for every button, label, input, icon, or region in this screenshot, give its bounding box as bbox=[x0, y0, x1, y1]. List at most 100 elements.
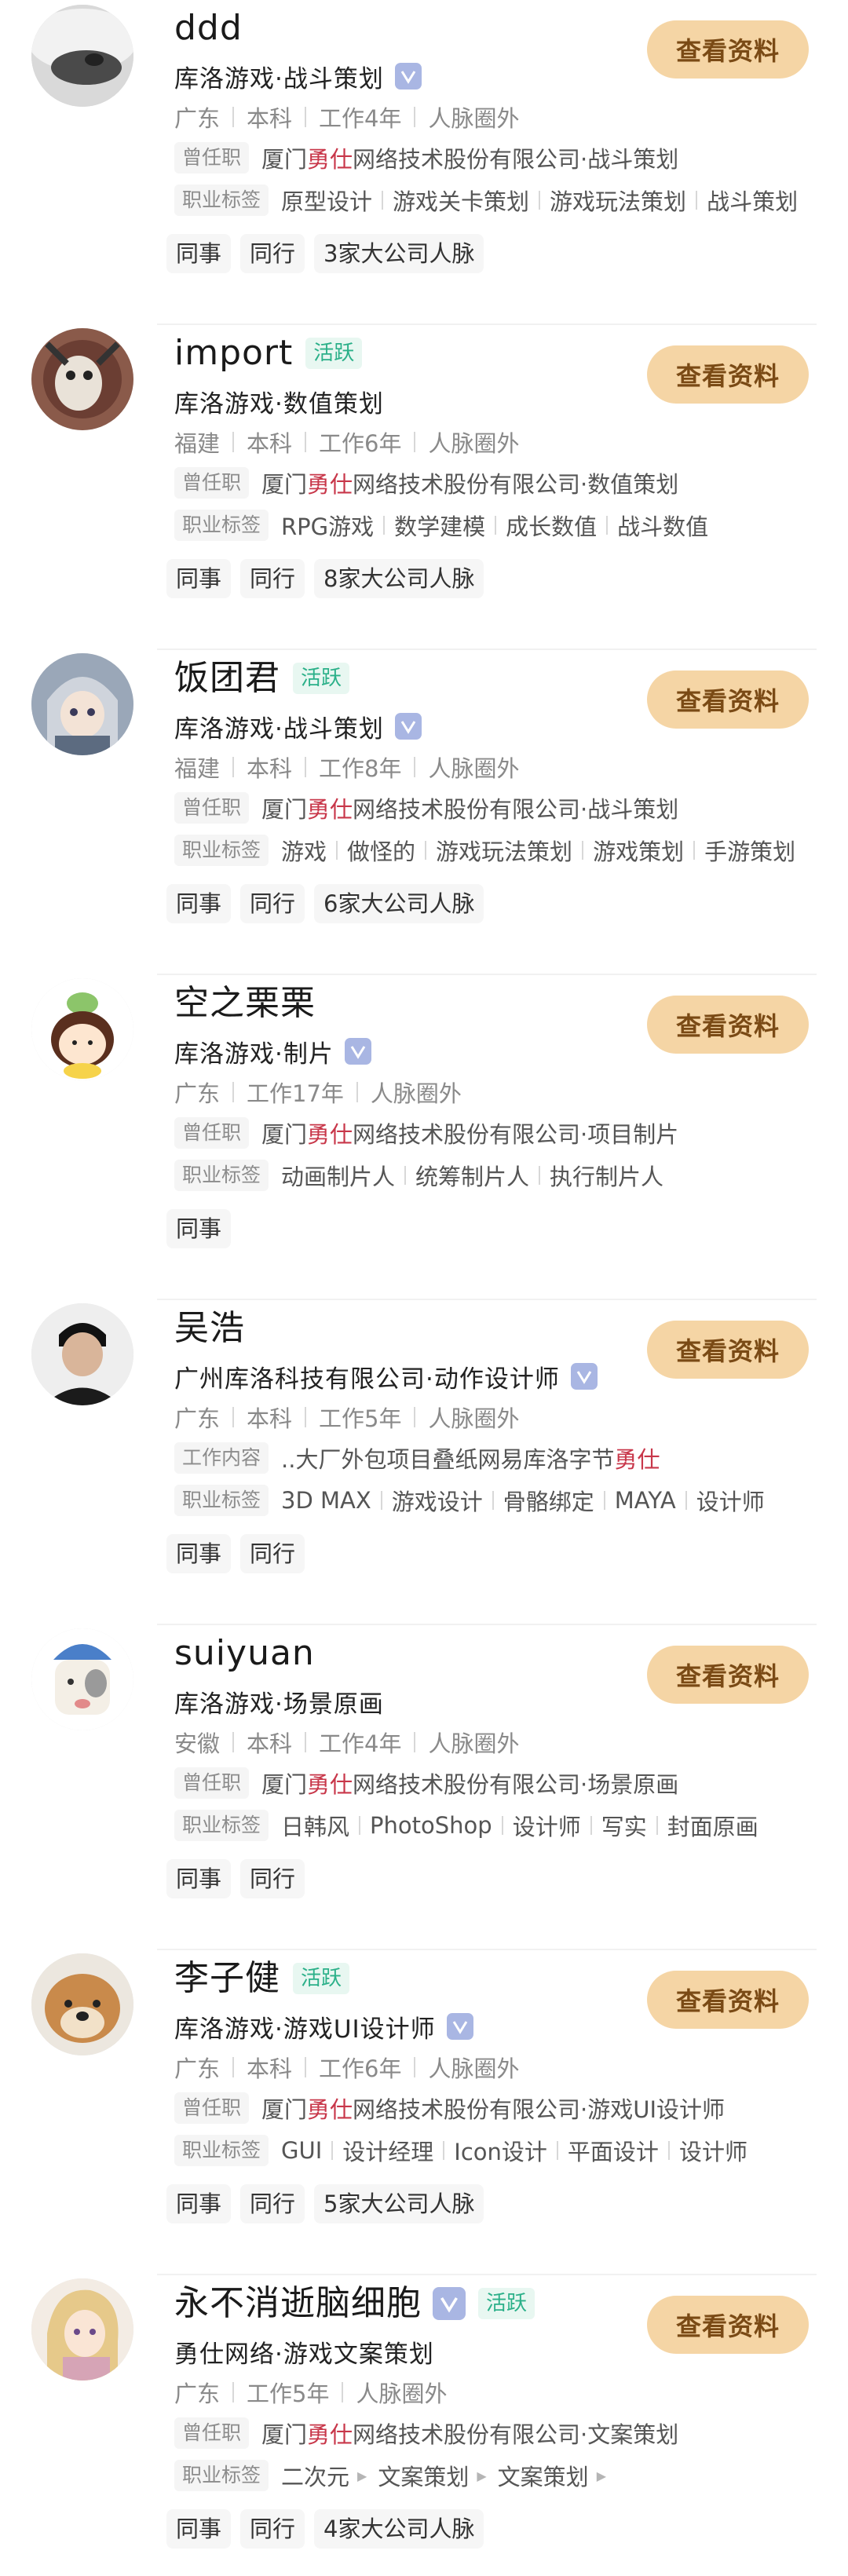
fact-location: 广东 bbox=[174, 1405, 221, 1432]
view-profile-button[interactable]: 查看资料 bbox=[647, 1646, 809, 1704]
view-profile-button[interactable]: 查看资料 bbox=[647, 20, 809, 79]
former-job-text: 厦门勇仕网络技术股份有限公司·战斗策划 bbox=[261, 796, 679, 823]
tag: 日韩风 bbox=[281, 1814, 350, 1840]
tag: 执行制片人 bbox=[550, 1164, 664, 1190]
fact-education: 本科 bbox=[247, 1730, 293, 1757]
former-job-row: 曾任职 厦门勇仕网络技术股份有限公司·文案策划 bbox=[174, 2415, 678, 2451]
tag: Icon设计 bbox=[454, 2139, 547, 2165]
tag: 游戏策划 bbox=[593, 839, 685, 865]
tags-row: 职业标签 3D MAX 游戏设计 骨骼绑定 MAYA 设计师 bbox=[174, 1482, 765, 1518]
fact-network: 人脉圈外 bbox=[428, 1405, 520, 1432]
facts-row: 广东 本科 工作4年 人脉圈外 bbox=[174, 99, 520, 135]
tag: 骨骼绑定 bbox=[503, 1489, 594, 1515]
fact-network: 人脉圈外 bbox=[356, 2381, 448, 2407]
chip: 同事 bbox=[166, 1209, 232, 1248]
tag: 设计师 bbox=[696, 1489, 765, 1515]
view-profile-button[interactable]: 查看资料 bbox=[647, 2296, 809, 2354]
facts-row: 广东 本科 工作6年 人脉圈外 bbox=[174, 2049, 520, 2085]
active-badge: 活跃 bbox=[478, 2288, 535, 2319]
profile-card[interactable]: 李子健 活跃 库洛游戏·游戏UI设计师 广东 本科 工作6年 人脉圈外 曾任职 … bbox=[0, 1950, 848, 2275]
tag: 二次元 bbox=[281, 2464, 350, 2490]
avatar[interactable] bbox=[31, 5, 133, 107]
user-name: suiyuan bbox=[174, 1633, 315, 1673]
view-profile-button[interactable]: 查看资料 bbox=[647, 996, 809, 1054]
tag: 战斗策划 bbox=[707, 188, 799, 215]
profile-card[interactable]: 饭团君 活跃 库洛游戏·战斗策划 福建 本科 工作8年 人脉圈外 曾任职 厦门勇… bbox=[0, 650, 848, 975]
verified-icon bbox=[570, 1363, 598, 1390]
company-title: 库洛游戏·战斗策划 bbox=[174, 64, 384, 93]
fact-experience: 工作4年 bbox=[319, 105, 402, 132]
tag: GUI bbox=[281, 2137, 323, 2164]
chip: 同事 bbox=[166, 559, 232, 598]
fact-experience: 工作4年 bbox=[319, 1730, 402, 1757]
fact-education: 本科 bbox=[247, 755, 293, 782]
profile-card[interactable]: import 活跃 库洛游戏·数值策划 福建 本科 工作6年 人脉圈外 曾任职 … bbox=[0, 325, 848, 650]
verified-icon bbox=[394, 713, 422, 740]
caret-right-icon: ▶ bbox=[477, 2468, 487, 2483]
view-profile-button[interactable]: 查看资料 bbox=[647, 345, 809, 404]
tag: RPG游戏 bbox=[281, 513, 375, 540]
former-job-label: 曾任职 bbox=[174, 142, 250, 174]
fact-location: 福建 bbox=[174, 755, 221, 782]
work-content-row: 工作内容 ..大厂外包项目叠纸网易库洛字节勇仕 bbox=[174, 1440, 660, 1476]
former-job-row: 曾任职 厦门勇仕网络技术股份有限公司·数值策划 bbox=[174, 465, 678, 501]
fact-education: 本科 bbox=[247, 1405, 293, 1432]
avatar[interactable] bbox=[31, 1303, 133, 1405]
former-job-row: 曾任职 厦门勇仕网络技术股份有限公司·战斗策划 bbox=[174, 140, 678, 176]
verified-icon bbox=[433, 2287, 466, 2320]
former-job-text: 厦门勇仕网络技术股份有限公司·数值策划 bbox=[261, 471, 679, 498]
fact-experience: 工作6年 bbox=[319, 2055, 402, 2082]
former-job-label: 曾任职 bbox=[174, 2092, 250, 2124]
former-job-row: 曾任职 厦门勇仕网络技术股份有限公司·场景原画 bbox=[174, 1765, 678, 1801]
tags-row: 职业标签 日韩风 PhotoShop 设计师 写实 封面原画 bbox=[174, 1807, 758, 1843]
profile-card[interactable]: 吴浩 广州库洛科技有限公司·动作设计师 广东 本科 工作5年 人脉圈外 工作内容… bbox=[0, 1300, 848, 1625]
profile-card[interactable]: ddd 库洛游戏·战斗策划 广东 本科 工作4年 人脉圈外 曾任职 厦门勇仕网络… bbox=[0, 0, 848, 325]
user-name: import bbox=[174, 333, 294, 373]
tag: 文案策划 bbox=[378, 2464, 470, 2490]
view-profile-button[interactable]: 查看资料 bbox=[647, 1321, 809, 1379]
profile-card[interactable]: 永不消逝脑细胞 活跃 勇仕网络·游戏文案策划 广东 工作5年 人脉圈外 曾任职 … bbox=[0, 2275, 848, 2576]
avatar[interactable] bbox=[31, 1953, 133, 2055]
active-badge: 活跃 bbox=[293, 663, 350, 694]
facts-row: 福建 本科 工作8年 人脉圈外 bbox=[174, 749, 520, 785]
profile-card[interactable]: 空之栗栗 库洛游戏·制片 广东 工作17年 人脉圈外 曾任职 厦门勇仕网络技术股… bbox=[0, 975, 848, 1300]
avatar[interactable] bbox=[31, 1628, 133, 1730]
fact-network: 人脉圈外 bbox=[428, 2055, 520, 2082]
chip: 同行 bbox=[240, 1859, 305, 1898]
user-name: ddd bbox=[174, 8, 243, 48]
user-name: 空之栗栗 bbox=[174, 983, 316, 1023]
company-title: 库洛游戏·战斗策划 bbox=[174, 714, 384, 744]
tag: 平面设计 bbox=[567, 2139, 659, 2165]
relation-chips: 同事 同行 3家大公司人脉 bbox=[166, 234, 493, 273]
active-badge: 活跃 bbox=[305, 338, 363, 369]
view-profile-button[interactable]: 查看资料 bbox=[647, 670, 809, 729]
profile-card[interactable]: suiyuan 库洛游戏·场景原画 安徽 本科 工作4年 人脉圈外 曾任职 厦门… bbox=[0, 1625, 848, 1950]
avatar[interactable] bbox=[31, 978, 133, 1080]
caret-right-icon: ▶ bbox=[357, 2468, 367, 2483]
fact-network: 人脉圈外 bbox=[428, 105, 520, 132]
tag: 文案策划 bbox=[497, 2464, 589, 2490]
fact-location: 广东 bbox=[174, 2055, 221, 2082]
tags-label: 职业标签 bbox=[174, 185, 269, 216]
company-title: 库洛游戏·游戏UI设计师 bbox=[174, 2015, 436, 2044]
fact-network: 人脉圈外 bbox=[370, 1080, 462, 1107]
relation-chips: 同事 同行 8家大公司人脉 bbox=[166, 559, 493, 598]
tag: 原型设计 bbox=[281, 188, 373, 215]
chip: 同行 bbox=[240, 1534, 305, 1573]
user-name: 永不消逝脑细胞 bbox=[174, 2283, 422, 2323]
avatar[interactable] bbox=[31, 328, 133, 430]
avatar[interactable] bbox=[31, 653, 133, 755]
former-job-label: 曾任职 bbox=[174, 1767, 250, 1799]
view-profile-button[interactable]: 查看资料 bbox=[647, 1971, 809, 2029]
verified-icon bbox=[446, 2013, 473, 2040]
chip: 同行 bbox=[240, 2509, 305, 2549]
fact-location: 广东 bbox=[174, 105, 221, 132]
tag: 游戏玩法策划 bbox=[550, 188, 687, 215]
fact-location: 广东 bbox=[174, 2381, 221, 2407]
former-job-row: 曾任职 厦门勇仕网络技术股份有限公司·战斗策划 bbox=[174, 790, 678, 826]
chip: 3家大公司人脉 bbox=[314, 234, 484, 273]
former-job-label: 曾任职 bbox=[174, 1117, 250, 1149]
chip: 同事 bbox=[166, 1534, 232, 1573]
tag: 动画制片人 bbox=[281, 1164, 396, 1190]
avatar[interactable] bbox=[31, 2278, 133, 2381]
